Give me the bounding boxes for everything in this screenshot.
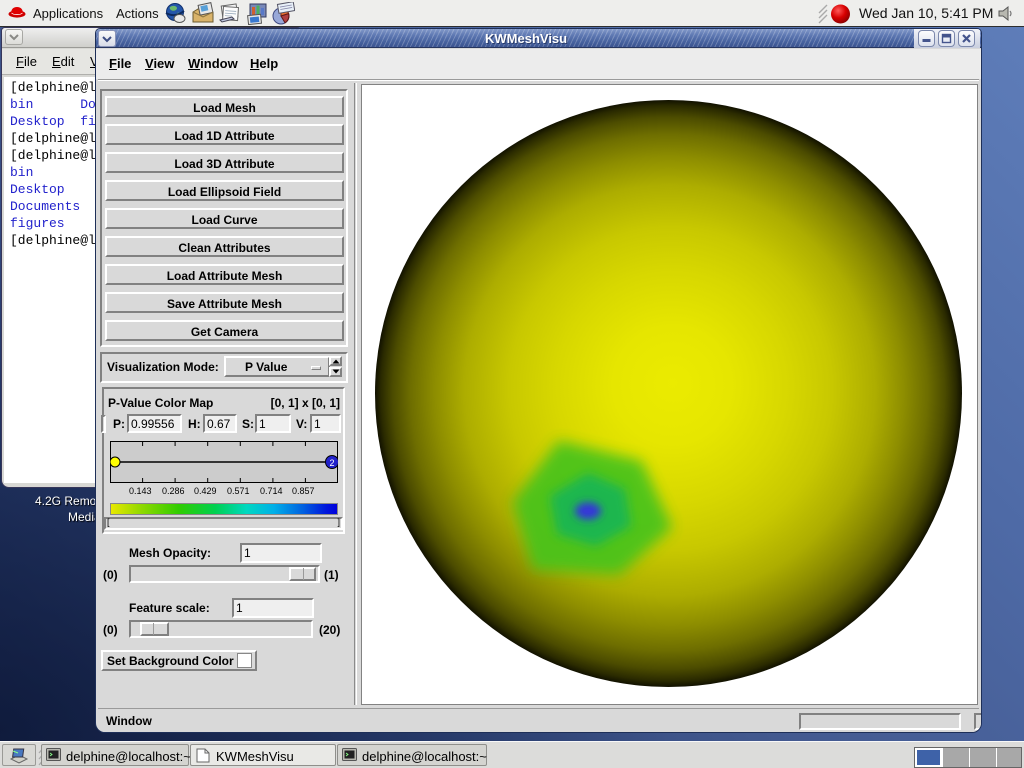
- svg-text:2: 2: [329, 458, 334, 468]
